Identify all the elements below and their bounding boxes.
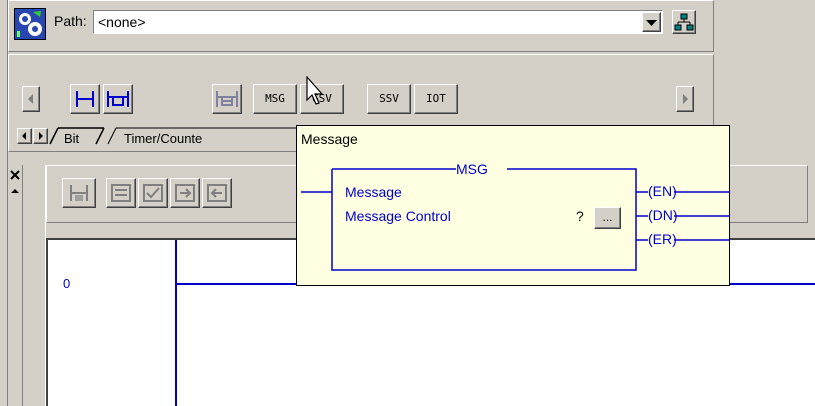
rung-add-icon[interactable] [62, 178, 96, 208]
panel-close-icon[interactable] [9, 169, 21, 181]
msg-control-value: ? [576, 208, 584, 224]
panel-divider [22, 165, 46, 406]
rung-edit-icon[interactable] [106, 178, 136, 208]
tab-scroll-left-icon[interactable] [17, 128, 32, 144]
output-dn: (DN) [648, 207, 678, 223]
tab-timer-counter[interactable]: Timer/Counte [124, 131, 202, 146]
output-er: (ER) [648, 231, 677, 247]
path-dropdown[interactable]: <none> [93, 10, 663, 34]
tab-scroll-right-icon[interactable] [33, 128, 48, 144]
branch-level-icon[interactable] [212, 84, 242, 114]
rung-number: 0 [63, 276, 71, 291]
output-en: (EN) [648, 183, 677, 199]
network-tree-icon[interactable] [672, 10, 696, 34]
panel-scroll-up-icon[interactable] [8, 184, 22, 198]
msg-block-title: MSG [456, 161, 488, 177]
msg-browse-button[interactable]: ... [594, 207, 621, 229]
rung-icon[interactable] [70, 84, 100, 114]
msg-row-message-control: Message Control [345, 208, 451, 224]
scroll-left-arrow-icon[interactable] [22, 86, 40, 112]
mouse-cursor-icon [306, 76, 324, 105]
path-dropdown-chevron-down-icon[interactable] [642, 12, 661, 32]
left-panel-edge [0, 0, 8, 406]
rung-import-icon[interactable] [170, 178, 200, 208]
tab-bit[interactable]: Bit [64, 131, 79, 146]
branch-icon[interactable] [103, 84, 133, 114]
path-label: Path: [54, 13, 87, 29]
msg-button[interactable]: MSG [253, 84, 297, 114]
msg-row-message: Message [345, 184, 402, 200]
rung-export-icon[interactable] [202, 178, 232, 208]
app-logo-icon [14, 8, 46, 40]
path-dropdown-value: <none> [98, 14, 146, 30]
msg-block-frame [301, 168, 730, 271]
scroll-right-arrow-icon[interactable] [676, 86, 694, 112]
ssv-button[interactable]: SSV [367, 84, 411, 114]
rung-verify-icon[interactable] [138, 178, 168, 208]
ladder-left-rail [175, 240, 177, 406]
iot-button[interactable]: IOT [414, 84, 458, 114]
